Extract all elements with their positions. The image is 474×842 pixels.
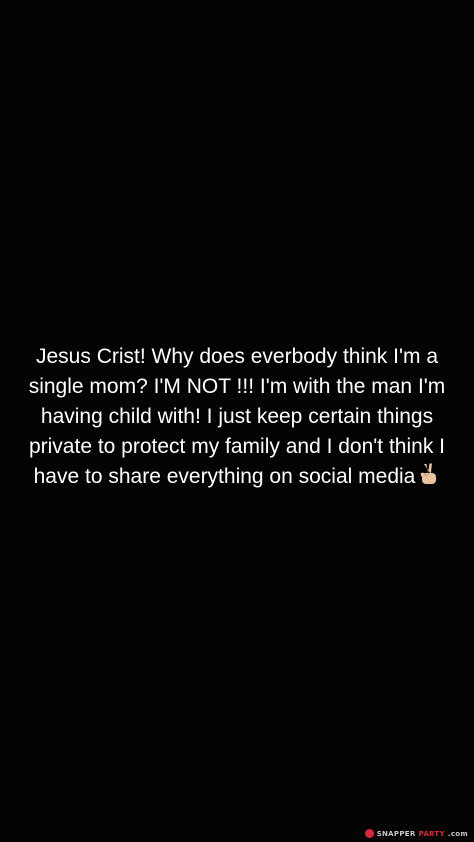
victory-hand-icon bbox=[421, 463, 437, 484]
snap-caption: Jesus Crist! Why does everbody think I'm… bbox=[0, 342, 474, 492]
snapperparty-watermark: SNAPPER PARTY .com bbox=[364, 829, 468, 838]
watermark-suffix: .com bbox=[447, 829, 468, 838]
caption-line-1: Jesus Crist! Why does everbody think I'm… bbox=[36, 345, 438, 368]
watermark-brand: PARTY bbox=[418, 829, 445, 838]
caption-line-2: single mom? I'M NOT !!! I'm with the man… bbox=[28, 375, 446, 398]
caption-line-5-wrap: have to share everything on social media bbox=[0, 462, 474, 492]
caption-line-4: private to protect my family and I don't… bbox=[28, 435, 446, 458]
watermark-prefix: SNAPPER bbox=[376, 829, 416, 838]
caption-line-5: have to share everything on social media bbox=[33, 465, 416, 488]
caption-line-3: having child with! I just keep certain t… bbox=[40, 405, 434, 428]
snap-screen: Jesus Crist! Why does everbody think I'm… bbox=[0, 0, 474, 842]
snapperparty-logo-icon bbox=[364, 829, 374, 838]
